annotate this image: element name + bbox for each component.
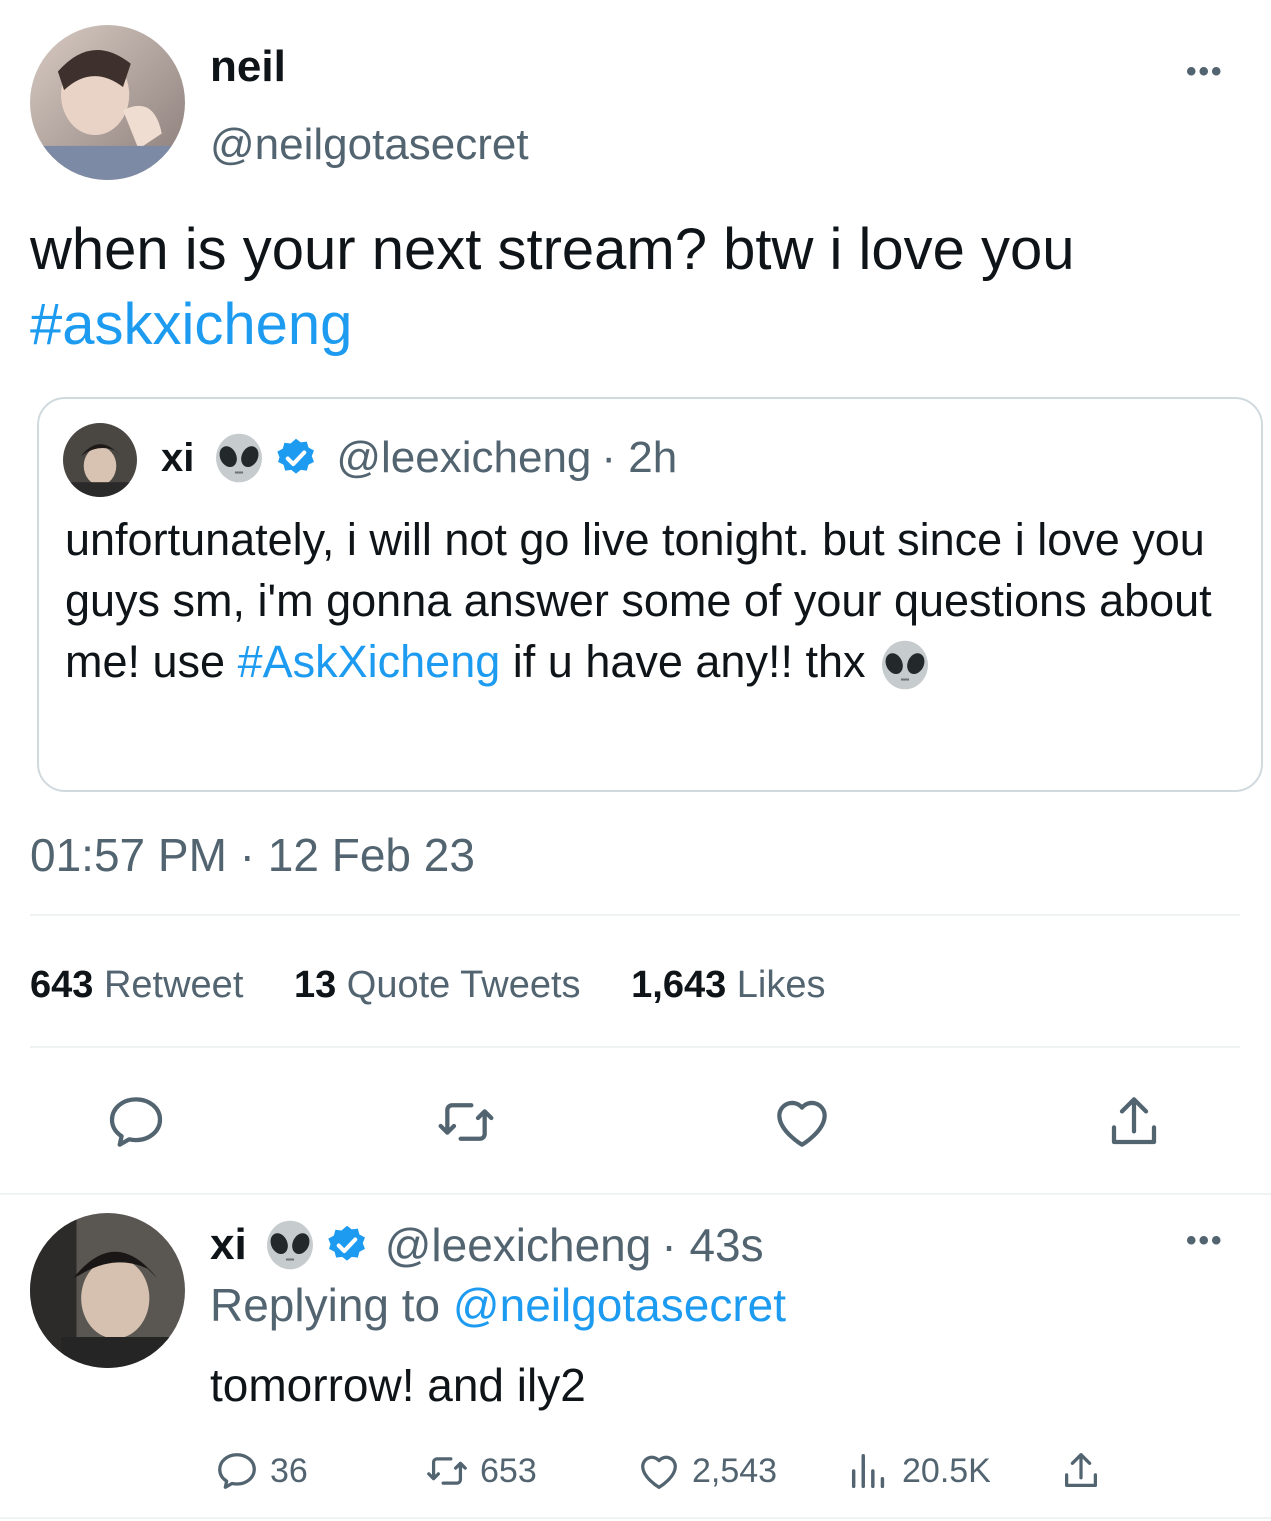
retweets-stat[interactable]: 643 Retweet bbox=[30, 964, 243, 1006]
reply-views-button[interactable]: 20.5K bbox=[846, 1448, 991, 1494]
main-tweet-body: when is your next stream? btw i love you bbox=[30, 217, 1075, 282]
main-author-name[interactable]: neil bbox=[210, 42, 286, 92]
verified-badge-icon bbox=[274, 436, 318, 480]
main-author-avatar[interactable] bbox=[30, 25, 185, 180]
replying-to-handle-link[interactable]: @neilgotasecret bbox=[453, 1279, 786, 1331]
quoted-tweet-card[interactable]: xi @leexicheng · 2h unfortunately, i wil… bbox=[37, 397, 1263, 792]
reply-author-avatar[interactable] bbox=[30, 1213, 185, 1368]
reply-share-button[interactable] bbox=[1058, 1448, 1114, 1494]
alien-emoji bbox=[263, 1218, 317, 1272]
main-tweet-text: when is your next stream? btw i love you… bbox=[30, 212, 1250, 362]
share-icon bbox=[1064, 1453, 1098, 1488]
quoted-author-name: xi bbox=[161, 435, 195, 480]
verified-badge-icon bbox=[325, 1223, 369, 1267]
quoted-tweet-age: · 2h bbox=[601, 433, 678, 482]
views-count: 20.5K bbox=[902, 1451, 991, 1490]
bottom-divider bbox=[0, 1517, 1271, 1519]
main-author-handle[interactable]: @neilgotasecret bbox=[210, 120, 529, 170]
quoted-tweet-body-end: if u have any!! thx bbox=[512, 636, 866, 687]
reply-author-name[interactable]: xi bbox=[210, 1220, 247, 1270]
quote-tweets-stat[interactable]: 13 Quote Tweets bbox=[294, 964, 581, 1006]
reply-retweet-button[interactable]: 653 bbox=[424, 1448, 537, 1494]
main-tweet-timestamp[interactable]: 01:57 PM · 12 Feb 23 bbox=[30, 828, 475, 882]
likes-stat[interactable]: 1,643 Likes bbox=[631, 964, 825, 1006]
retweet-icon[interactable] bbox=[434, 1090, 498, 1154]
like-icon[interactable] bbox=[770, 1090, 834, 1154]
reply-like-button[interactable]: 2,543 bbox=[636, 1448, 777, 1494]
main-more-options-icon[interactable]: ••• bbox=[1186, 55, 1224, 89]
like-count: 2,543 bbox=[692, 1451, 778, 1490]
replying-to-line: Replying to @neilgotasecret bbox=[210, 1278, 786, 1332]
reply-icon[interactable] bbox=[104, 1090, 168, 1154]
reply-count: 36 bbox=[270, 1451, 308, 1490]
share-icon[interactable] bbox=[1102, 1090, 1166, 1154]
quoted-tweet-hashtag-link[interactable]: #AskXicheng bbox=[238, 636, 501, 687]
quoted-tweet-text: unfortunately, i will not go live tonigh… bbox=[65, 509, 1225, 692]
replying-to-label: Replying to bbox=[210, 1279, 441, 1331]
quoted-author-handle: @leexicheng bbox=[336, 433, 592, 482]
reply-icon bbox=[218, 1453, 256, 1489]
views-icon bbox=[851, 1453, 885, 1489]
divider bbox=[30, 914, 1240, 916]
main-tweet-hashtag-link[interactable]: #askxicheng bbox=[30, 292, 352, 357]
alien-emoji bbox=[878, 638, 932, 692]
reply-author-handle[interactable]: @leexicheng bbox=[385, 1218, 652, 1272]
retweet-count: 653 bbox=[480, 1451, 537, 1490]
like-icon bbox=[641, 1455, 677, 1489]
retweet-icon bbox=[427, 1457, 467, 1485]
reply-age: · 43s bbox=[661, 1219, 764, 1271]
divider bbox=[30, 1046, 1240, 1048]
reply-more-options-icon[interactable]: ••• bbox=[1186, 1224, 1224, 1258]
reply-text: tomorrow! and ily2 bbox=[210, 1359, 586, 1411]
alien-emoji bbox=[212, 431, 266, 485]
tweet-stats: 643 Retweet 13 Quote Tweets 1,643 Likes bbox=[30, 964, 866, 1007]
quoted-author-avatar bbox=[63, 423, 137, 497]
section-divider bbox=[0, 1193, 1271, 1195]
reply-reply-button[interactable]: 36 bbox=[214, 1448, 308, 1494]
